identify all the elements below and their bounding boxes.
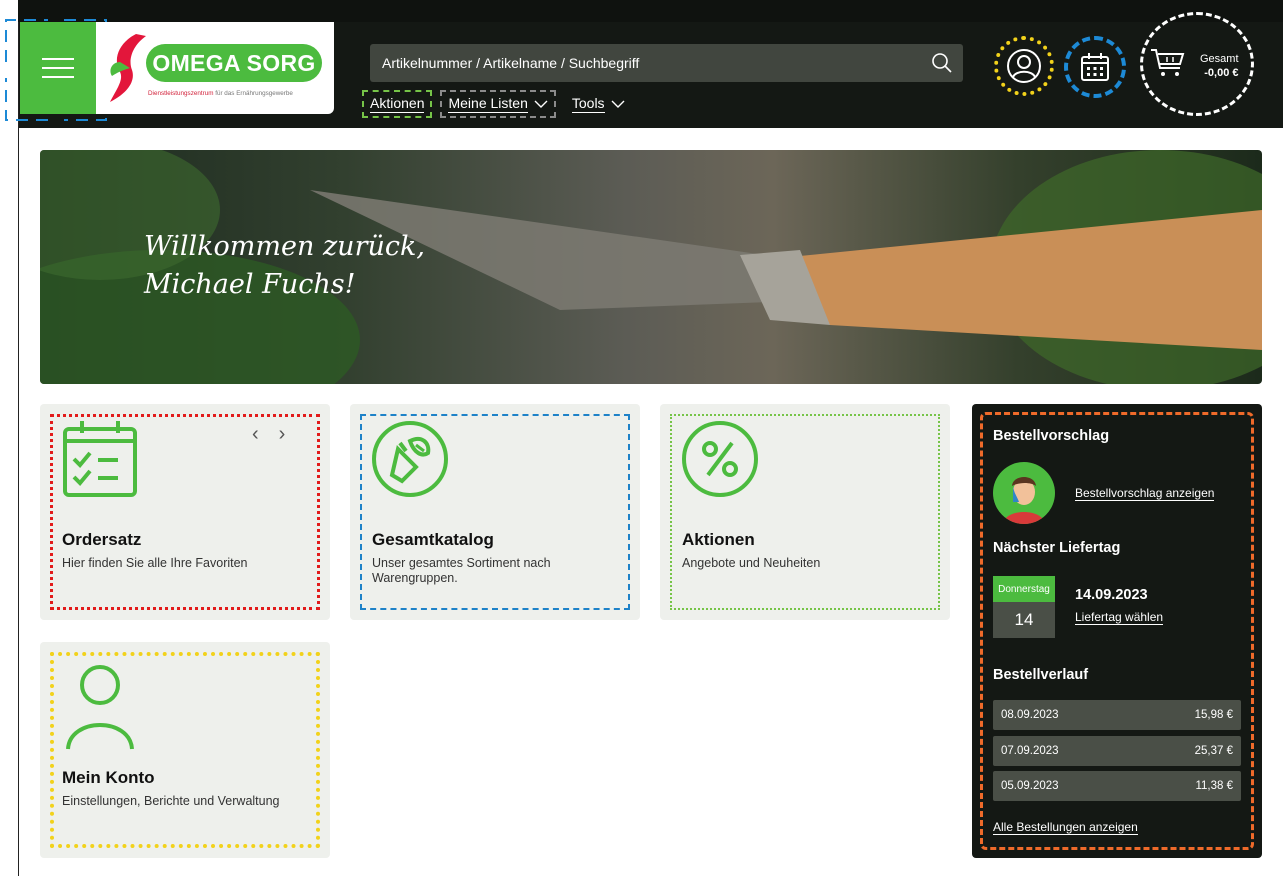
- order-row[interactable]: 07.09.2023 25,37 €: [993, 736, 1241, 766]
- order-amount: 11,38 €: [1195, 780, 1233, 792]
- calendar-check-icon: [63, 421, 137, 497]
- delivery-title: Nächster Liefertag: [993, 540, 1121, 556]
- nav-bar: Aktionen Meine Listen Tools: [362, 90, 631, 118]
- order-amount: 15,98 €: [1194, 709, 1233, 721]
- tile-title: Gesamtkatalog: [372, 530, 494, 549]
- top-strip: [18, 0, 1283, 22]
- page: OMEGA SORG Dienstleistungszentrum für da…: [0, 0, 1283, 876]
- tile-aktionen[interactable]: Aktionen Angebote und Neuheiten: [660, 404, 950, 620]
- delivery-day-badge: Donnerstag 14: [993, 576, 1055, 638]
- carousel-arrows: ‹ ›: [252, 424, 285, 444]
- cart-amount: -0,00 €: [1204, 67, 1239, 79]
- nav-item-aktionen[interactable]: Aktionen: [362, 90, 433, 118]
- percent-icon: [682, 421, 758, 497]
- history-title: Bestellverlauf: [993, 667, 1089, 683]
- tile-description: Unser gesamtes Sortiment nach Warengrupp…: [372, 556, 551, 585]
- chevron-down-icon: [611, 100, 625, 108]
- choose-delivery-day-link[interactable]: Liefertag wählen: [1075, 610, 1164, 625]
- tile-title: Aktionen: [682, 530, 755, 549]
- hero-greeting: Willkommen zurück, Michael Fuchs!: [144, 228, 425, 304]
- side-panel: Bestellvorschlag Bestellvorschlag anzeig…: [972, 404, 1262, 858]
- tile-ordersatz[interactable]: ‹ › Ordersatz Hier finden Sie alle Ihre …: [40, 404, 330, 620]
- nav-label: Meine Listen: [448, 95, 528, 113]
- order-date: 05.09.2023: [1001, 780, 1059, 792]
- tile-description: Angebote und Neuheiten: [682, 556, 821, 570]
- cart-label: Gesamt: [1200, 53, 1239, 65]
- greeting-line: Willkommen zurück,: [144, 231, 425, 262]
- order-date: 08.09.2023: [1001, 709, 1059, 721]
- calendar-icon: [1081, 53, 1109, 81]
- logo-wordmark: OMEGA SORG: [146, 44, 322, 82]
- cart-summary: Gesamt -0,00 €: [1200, 52, 1239, 80]
- search-input[interactable]: [382, 55, 922, 71]
- delivery-weekday: Donnerstag: [993, 576, 1055, 602]
- delivery-date: 14.09.2023: [1075, 587, 1148, 603]
- nav-item-tools[interactable]: Tools: [566, 90, 631, 118]
- order-row[interactable]: 08.09.2023 15,98 €: [993, 700, 1241, 730]
- logo[interactable]: OMEGA SORG Dienstleistungszentrum für da…: [96, 22, 334, 114]
- vegetables-icon: [372, 421, 448, 497]
- tile-description: Einstellungen, Berichte und Verwaltung: [62, 794, 280, 808]
- account-button[interactable]: [994, 36, 1054, 96]
- delivery-calendar-button[interactable]: [1064, 36, 1126, 98]
- nav-item-meine-listen[interactable]: Meine Listen: [440, 90, 556, 118]
- order-row[interactable]: 05.09.2023 11,38 €: [993, 771, 1241, 801]
- tile-description: Hier finden Sie alle Ihre Favoriten: [62, 556, 248, 570]
- user-icon: [66, 665, 134, 750]
- greeting-name: Michael Fuchs!: [144, 269, 356, 300]
- frame-border: [18, 22, 19, 876]
- suggestion-title: Bestellvorschlag: [993, 428, 1110, 444]
- order-date: 07.09.2023: [1001, 745, 1059, 757]
- cart-icon: [1151, 49, 1185, 76]
- tile-gesamtkatalog[interactable]: Gesamtkatalog Unser gesamtes Sortiment n…: [350, 404, 640, 620]
- avatar-image: [1003, 477, 1045, 524]
- suggestion-link[interactable]: Bestellvorschlag anzeigen: [1075, 486, 1215, 501]
- tile-title: Mein Konto: [62, 768, 155, 787]
- avatar: [993, 462, 1055, 524]
- nav-label: Aktionen: [370, 95, 425, 113]
- tile-mein-konto[interactable]: Mein Konto Einstellungen, Berichte und V…: [40, 642, 330, 858]
- nav-label: Tools: [571, 95, 605, 113]
- hero-banner: Willkommen zurück, Michael Fuchs!: [40, 150, 1262, 384]
- search-icon[interactable]: [931, 52, 953, 74]
- chevron-left-icon[interactable]: ‹: [252, 424, 259, 444]
- all-orders-link[interactable]: Alle Bestellungen anzeigen: [993, 820, 1138, 835]
- order-amount: 25,37 €: [1194, 745, 1233, 757]
- logo-tagline: Dienstleistungszentrum für das Ernährung…: [148, 90, 293, 97]
- chevron-down-icon: [534, 100, 548, 108]
- delivery-day-number: 14: [993, 602, 1055, 638]
- search-bar: [370, 44, 963, 82]
- chevron-right-icon[interactable]: ›: [279, 424, 286, 444]
- user-circle-icon: [1007, 49, 1041, 83]
- tile-title: Ordersatz: [62, 530, 142, 549]
